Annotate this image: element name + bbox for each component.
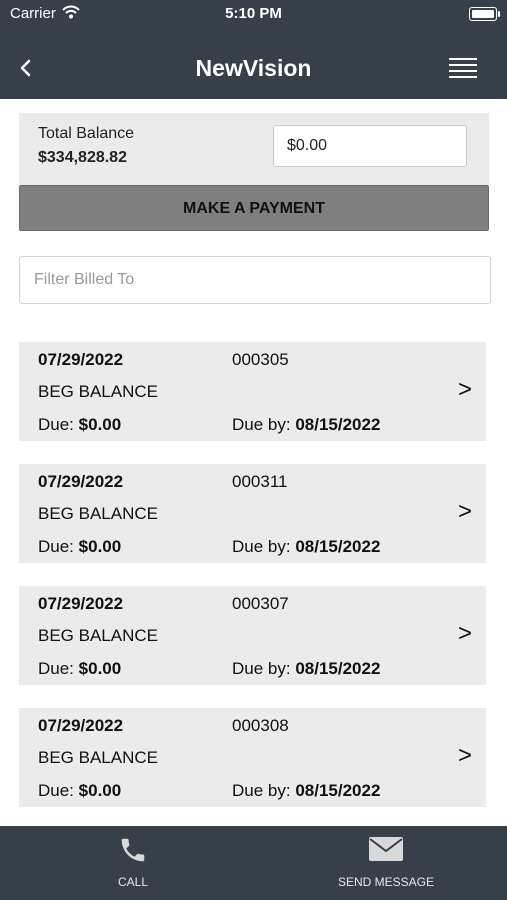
total-balance-value: $334,828.82: [38, 149, 127, 166]
clock-time: 5:10 PM: [225, 5, 282, 22]
status-bar: Carrier 5:10 PM: [0, 0, 507, 28]
call-button[interactable]: CALL: [70, 826, 196, 900]
bill-due-by: Due by: 08/15/2022: [232, 659, 381, 678]
bill-number: 000307: [232, 594, 289, 613]
bill-due-by: Due by: 08/15/2022: [232, 537, 381, 556]
menu-icon: [449, 58, 477, 60]
filter-billed-to-input[interactable]: [19, 256, 491, 304]
chevron-right-icon: >: [457, 498, 472, 525]
battery-icon: [469, 7, 500, 21]
envelope-icon: [368, 835, 404, 868]
bill-number: 000308: [232, 716, 289, 735]
bill-number: 000305: [232, 350, 289, 369]
bill-description: BEG BALANCE: [38, 504, 158, 523]
bill-item[interactable]: 07/29/2022 000307 BEG BALANCE Due: $0.00…: [19, 586, 486, 685]
menu-button[interactable]: [449, 58, 477, 80]
chevron-right-icon: >: [457, 376, 472, 403]
chevron-right-icon: >: [457, 620, 472, 647]
payment-amount-input[interactable]: [273, 125, 467, 167]
top-bar: Carrier 5:10 PM NewVision: [0, 0, 507, 99]
send-message-label: SEND MESSAGE: [337, 875, 435, 889]
bill-date: 07/29/2022: [38, 716, 124, 735]
bill-date: 07/29/2022: [38, 594, 124, 613]
make-payment-button[interactable]: MAKE A PAYMENT: [19, 185, 489, 231]
send-message-button[interactable]: SEND MESSAGE: [310, 826, 462, 900]
bottom-tab-bar: CALL SEND MESSAGE: [0, 826, 507, 900]
bill-due: Due: $0.00: [38, 781, 122, 800]
bill-due-by: Due by: 08/15/2022: [232, 415, 381, 434]
bill-description: BEG BALANCE: [38, 382, 158, 401]
bill-number: 000311: [232, 472, 288, 491]
balance-panel: Total Balance $334,828.82: [19, 113, 489, 185]
page-title: NewVision: [195, 55, 312, 81]
bill-date: 07/29/2022: [38, 350, 124, 369]
bill-due: Due: $0.00: [38, 415, 122, 434]
bill-item[interactable]: 07/29/2022 000305 BEG BALANCE Due: $0.00…: [19, 342, 486, 441]
bill-list: 07/29/2022 000305 BEG BALANCE Due: $0.00…: [19, 342, 486, 830]
bill-due: Due: $0.00: [38, 537, 122, 556]
bill-item[interactable]: 07/29/2022 000311 BEG BALANCE Due: $0.00…: [19, 464, 486, 563]
bill-description: BEG BALANCE: [38, 626, 158, 645]
bill-description: BEG BALANCE: [38, 748, 158, 767]
chevron-right-icon: >: [457, 742, 472, 769]
bill-due: Due: $0.00: [38, 659, 122, 678]
bill-date: 07/29/2022: [38, 472, 124, 491]
bill-item[interactable]: 07/29/2022 000308 BEG BALANCE Due: $0.00…: [19, 708, 486, 807]
bill-due-by: Due by: 08/15/2022: [232, 781, 381, 800]
phone-icon: [118, 835, 148, 870]
call-label: CALL: [117, 875, 149, 889]
total-balance-label: Total Balance: [38, 125, 135, 142]
